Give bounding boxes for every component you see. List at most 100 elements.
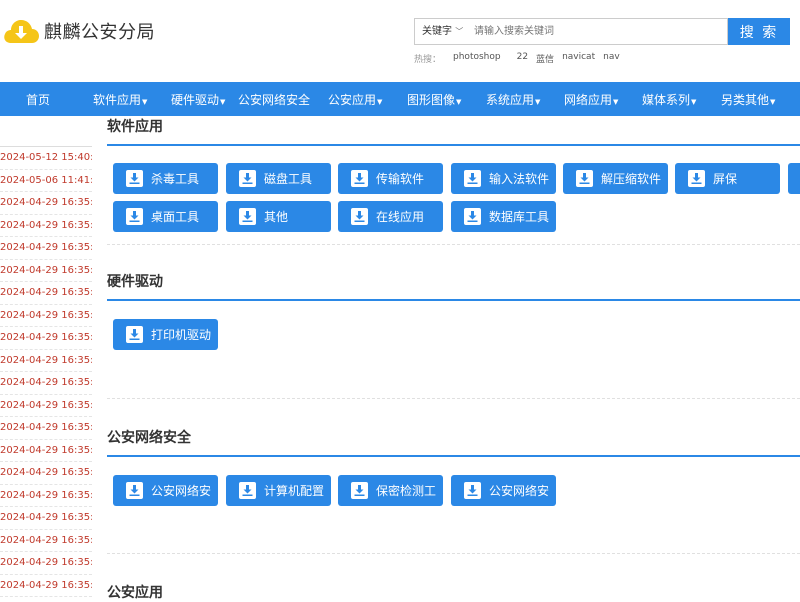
timestamp: 2024-04-29 16:35:00 <box>0 282 92 305</box>
caret-down-icon: ▼ <box>613 98 619 106</box>
download-icon <box>239 170 256 187</box>
category-button[interactable]: 屏保 <box>675 163 780 194</box>
download-icon <box>239 208 256 225</box>
category-button-label: 其他 <box>264 210 289 224</box>
download-icon <box>126 326 143 343</box>
category-button[interactable]: 在线应用 <box>338 201 443 232</box>
download-icon <box>239 482 256 499</box>
caret-down-icon: ▼ <box>691 98 697 106</box>
category-button-label: 传输软件 <box>376 172 425 186</box>
section-title-hardware: 硬件驱动 <box>107 274 163 290</box>
search-type-select[interactable]: 关键字 ﹀ <box>414 18 466 45</box>
nav-item-label: 软件应用 <box>93 93 142 107</box>
timestamp: 2024-04-29 16:35:00 <box>0 192 92 215</box>
nav-item-software[interactable]: 软件应用▼ <box>93 91 147 108</box>
category-button[interactable]: 公安网络安 <box>451 475 556 506</box>
divider <box>107 244 800 245</box>
chevron-down-icon: ﹀ <box>455 27 464 36</box>
caret-down-icon: ▼ <box>535 98 541 106</box>
section-title-police-apps: 公安应用 <box>107 585 163 601</box>
section-title-police-network: 公安网络安全 <box>107 430 191 446</box>
category-button[interactable]: 输入法软件 <box>451 163 556 194</box>
nav-item-other[interactable]: 另类其他▼ <box>721 91 775 108</box>
category-button-label: 磁盘工具 <box>264 172 313 186</box>
caret-down-icon: ▼ <box>142 98 148 106</box>
main-nav: 首页 软件应用▼ 硬件驱动▼ 公安网络安全 公安应用▼ 图形图像▼ 系统应用▼ … <box>0 82 800 116</box>
section-title-software: 软件应用 <box>107 119 163 135</box>
nav-item-home[interactable]: 首页 <box>26 91 50 108</box>
hot-word-link[interactable]: 22 <box>517 52 528 65</box>
caret-down-icon: ▼ <box>377 98 383 106</box>
section-divider <box>107 299 800 301</box>
site-title: 麒麟公安分局 <box>44 22 155 43</box>
category-button[interactable]: 数据库工具 <box>451 201 556 232</box>
category-button-label: 公安网络安 <box>151 484 212 498</box>
hot-word-link[interactable]: nav <box>603 52 620 65</box>
category-button-partial[interactable] <box>788 163 800 194</box>
timestamp: 2024-04-29 16:35:00 <box>0 305 92 327</box>
nav-item-media[interactable]: 媒体系列▼ <box>642 91 696 108</box>
timestamp: 2024-04-29 16:35:00 <box>0 260 92 282</box>
category-button[interactable]: 计算机配置 <box>226 475 331 506</box>
nav-item-label: 图形图像 <box>407 93 456 107</box>
nav-item-network[interactable]: 网络应用▼ <box>564 91 618 108</box>
download-icon <box>464 208 481 225</box>
section-divider <box>107 144 800 146</box>
nav-item-label: 首页 <box>26 93 51 107</box>
site-logo[interactable]: 麒麟公安分局 <box>2 16 155 46</box>
search-input[interactable] <box>466 18 728 45</box>
category-button-label: 解压缩软件 <box>601 172 662 186</box>
timestamp: 2024-05-12 15:40:08 <box>0 147 92 170</box>
category-button[interactable]: 打印机驱动 <box>113 319 218 350</box>
download-icon <box>576 170 593 187</box>
nav-item-label: 网络应用 <box>564 93 613 107</box>
download-icon <box>464 482 481 499</box>
download-icon <box>126 170 143 187</box>
nav-item-label: 媒体系列 <box>642 93 691 107</box>
hot-word-link[interactable]: navicat <box>562 52 595 65</box>
category-button[interactable]: 其他 <box>226 201 331 232</box>
timestamp: 2024-05-06 11:41:10 <box>0 170 92 192</box>
category-button-label: 保密检测工 <box>376 484 437 498</box>
timestamp: 2024-04-29 16:35:00 <box>0 485 92 507</box>
category-button-label: 计算机配置 <box>264 484 325 498</box>
download-icon <box>351 482 368 499</box>
category-button-label: 输入法软件 <box>489 172 550 186</box>
timestamp: 2024-04-29 16:35:00 <box>0 350 92 372</box>
category-button[interactable]: 桌面工具 <box>113 201 218 232</box>
hot-word-link[interactable]: photoshop <box>453 52 501 65</box>
nav-item-label: 硬件驱动 <box>171 93 220 107</box>
timestamp: 2024-04-29 16:35:00 <box>0 372 92 395</box>
nav-item-label: 公安应用 <box>328 93 377 107</box>
nav-item-label: 公安网络安全 <box>238 93 311 107</box>
timestamp: 2024-04-29 16:35:00 <box>0 440 92 462</box>
download-icon <box>688 170 705 187</box>
category-button-label: 桌面工具 <box>151 210 200 224</box>
category-button-label: 屏保 <box>713 172 738 186</box>
caret-down-icon: ▼ <box>770 98 776 106</box>
download-icon <box>351 208 368 225</box>
nav-item-police-network[interactable]: 公安网络安全 <box>238 91 310 108</box>
nav-item-police-apps[interactable]: 公安应用▼ <box>328 91 382 108</box>
divider <box>107 398 800 399</box>
category-button[interactable]: 公安网络安 <box>113 475 218 506</box>
nav-item-hardware[interactable]: 硬件驱动▼ <box>171 91 225 108</box>
caret-down-icon: ▼ <box>456 98 462 106</box>
category-button[interactable]: 保密检测工 <box>338 475 443 506</box>
search-type-label: 关键字 <box>422 26 452 37</box>
category-button[interactable]: 磁盘工具 <box>226 163 331 194</box>
category-button[interactable]: 传输软件 <box>338 163 443 194</box>
nav-item-graphics[interactable]: 图形图像▼ <box>407 91 461 108</box>
search-button[interactable]: 搜 索 <box>728 18 790 45</box>
hot-word-link[interactable]: 蓝信 <box>536 52 554 65</box>
download-icon <box>126 482 143 499</box>
nav-item-system[interactable]: 系统应用▼ <box>486 91 540 108</box>
category-button[interactable]: 解压缩软件 <box>563 163 668 194</box>
category-button[interactable]: 杀毒工具 <box>113 163 218 194</box>
timestamp: 2024-04-29 16:35:00 <box>0 575 92 597</box>
hot-search: 热搜： photoshop 22 蓝信 navicat nav <box>414 52 620 65</box>
cloud-download-icon <box>2 16 40 46</box>
timestamp: 2024-04-29 16:35:00 <box>0 417 92 440</box>
category-button-label: 数据库工具 <box>489 210 550 224</box>
caret-down-icon: ▼ <box>220 98 226 106</box>
